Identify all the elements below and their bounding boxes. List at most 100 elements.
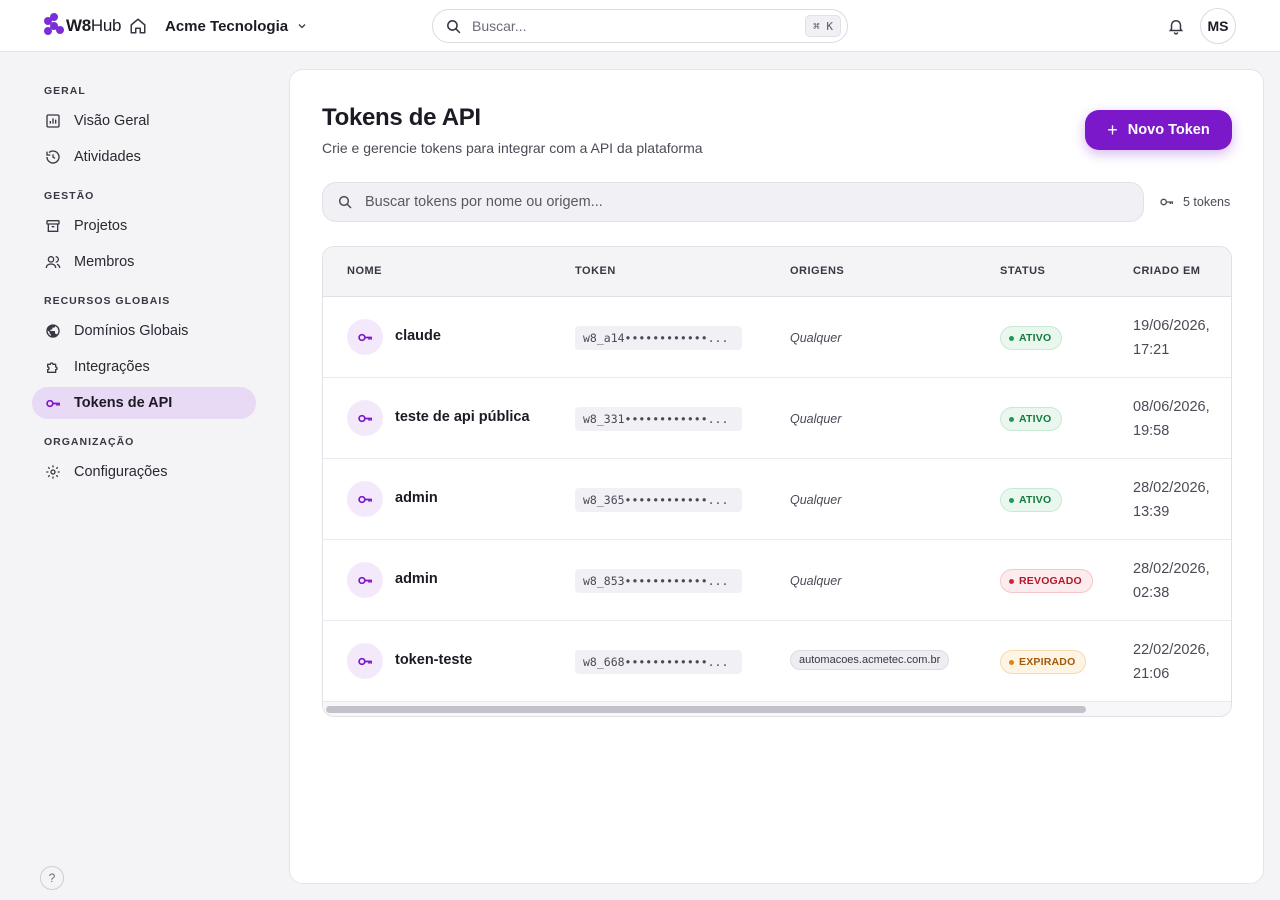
main-panel: Tokens de API Crie e gerencie tokens par… <box>289 69 1264 884</box>
sidebar-item-integracoes[interactable]: Integrações <box>32 351 256 383</box>
table-row[interactable]: admin w8_853••••••••••••... Qualquer REV… <box>323 540 1231 621</box>
sidebar-item-label: Visão Geral <box>74 113 150 129</box>
global-search[interactable]: ⌘ K <box>432 9 848 43</box>
status-badge: ATIVO <box>1000 407 1063 431</box>
home-icon <box>130 18 146 34</box>
token-name: token-teste <box>395 652 473 668</box>
archive-icon <box>44 217 62 235</box>
new-token-label: Novo Token <box>1127 122 1210 138</box>
sidebar-item-label: Integrações <box>74 359 150 375</box>
key-icon <box>347 400 383 436</box>
history-icon <box>44 148 62 166</box>
sidebar-item-membros[interactable]: Membros <box>32 246 256 278</box>
top-bar: W8Hub Acme Tecnologia ⌘ K MS <box>0 0 1280 52</box>
nav-section-title: GESTÃO <box>44 190 95 202</box>
column-header-token[interactable]: TOKEN <box>575 265 616 277</box>
token-name: claude <box>395 328 441 344</box>
brand-name: W8Hub <box>66 16 122 35</box>
token-value[interactable]: w8_853••••••••••••... <box>575 569 742 593</box>
search-shortcut-hint: ⌘ K <box>805 15 841 37</box>
page-title: Tokens de API <box>322 104 481 131</box>
status-badge: REVOGADO <box>1000 569 1093 593</box>
token-search[interactable] <box>322 182 1144 222</box>
sidebar-item-configuracoes[interactable]: Configurações <box>32 456 256 488</box>
sidebar-item-visao-geral[interactable]: Visão Geral <box>32 105 256 137</box>
new-token-button[interactable]: + Novo Token <box>1085 110 1232 150</box>
help-button[interactable]: ? <box>40 866 64 890</box>
scrollbar-thumb[interactable] <box>326 706 1086 713</box>
token-name: admin <box>395 490 438 506</box>
sidebar-item-atividades[interactable]: Atividades <box>32 141 256 173</box>
sidebar-item-label: Tokens de API <box>74 395 173 411</box>
nav-section-title: ORGANIZAÇÃO <box>44 436 135 448</box>
help-icon: ? <box>48 871 56 885</box>
sidebar-item-label: Projetos <box>74 218 128 234</box>
plus-icon: + <box>1107 120 1118 140</box>
table-row[interactable]: token-teste w8_668••••••••••••... automa… <box>323 621 1231 702</box>
search-icon <box>338 195 352 209</box>
origin-chip: automacoes.acmetec.com.br <box>790 650 950 670</box>
sidebar-item-projetos[interactable]: Projetos <box>32 210 256 242</box>
created-at: 22/02/2026, 21:06 <box>1133 642 1210 682</box>
logo-mark-icon <box>44 13 64 39</box>
chevron-down-icon <box>298 24 306 29</box>
search-icon <box>447 19 461 33</box>
global-search-input[interactable] <box>472 18 792 34</box>
token-value[interactable]: w8_a14••••••••••••... <box>575 326 742 350</box>
puzzle-icon <box>44 358 62 376</box>
tokens-table: NOME TOKEN ORIGENS STATUS CRIADO EM clau… <box>322 246 1232 717</box>
status-badge: EXPIRADO <box>1000 650 1087 674</box>
sidebar-item-label: Domínios Globais <box>74 323 189 339</box>
table-header: NOME TOKEN ORIGENS STATUS CRIADO EM <box>323 247 1231 297</box>
created-at: 08/06/2026, 19:58 <box>1133 399 1210 439</box>
org-switcher[interactable]: Acme Tecnologia <box>165 15 308 37</box>
brand-logo[interactable]: W8Hub <box>44 13 122 39</box>
sidebar-item-label: Configurações <box>74 464 168 480</box>
token-name: admin <box>395 571 438 587</box>
key-icon <box>347 319 383 355</box>
token-origin: Qualquer <box>790 412 842 426</box>
key-icon <box>347 481 383 517</box>
nav-section-title: RECURSOS GLOBAIS <box>44 295 171 307</box>
token-value[interactable]: w8_331••••••••••••... <box>575 407 742 431</box>
home-button[interactable] <box>128 16 148 36</box>
sidebar-item-tokens-de-api[interactable]: Tokens de API <box>32 387 256 419</box>
sidebar-item-label: Atividades <box>74 149 141 165</box>
key-icon <box>347 562 383 598</box>
created-at: 28/02/2026, 02:38 <box>1133 561 1210 601</box>
user-avatar[interactable]: MS <box>1200 8 1236 44</box>
table-row[interactable]: claude w8_a14••••••••••••... Qualquer AT… <box>323 297 1231 378</box>
page-subtitle: Crie e gerencie tokens para integrar com… <box>322 140 703 156</box>
nav-section-title: GERAL <box>44 85 86 97</box>
org-name: Acme Tecnologia <box>165 17 289 35</box>
users-icon <box>44 253 62 271</box>
token-search-input[interactable] <box>365 194 1125 210</box>
created-at: 19/06/2026, 17:21 <box>1133 318 1210 358</box>
token-name: teste de api pública <box>395 409 530 425</box>
column-header-origens[interactable]: ORIGENS <box>790 265 844 277</box>
sidebar: GERAL Visão Geral Atividades GESTÃO Proj… <box>0 52 288 900</box>
token-origin: Qualquer <box>790 493 842 507</box>
key-icon <box>1160 198 1173 206</box>
status-badge: ATIVO <box>1000 326 1063 350</box>
token-count: 5 tokens <box>1159 194 1230 210</box>
key-icon <box>44 394 62 412</box>
horizontal-scrollbar[interactable] <box>323 702 1231 716</box>
status-badge: ATIVO <box>1000 488 1063 512</box>
column-header-criado-em[interactable]: CRIADO EM <box>1133 265 1200 277</box>
token-count-label: 5 tokens <box>1183 195 1231 209</box>
token-value[interactable]: w8_668••••••••••••... <box>575 650 742 674</box>
table-row[interactable]: teste de api pública w8_331••••••••••••.… <box>323 378 1231 459</box>
key-icon <box>347 643 383 679</box>
globe-icon <box>44 322 62 340</box>
table-row[interactable]: admin w8_365••••••••••••... Qualquer ATI… <box>323 459 1231 540</box>
sidebar-item-dominios-globais[interactable]: Domínios Globais <box>32 315 256 347</box>
bell-icon <box>1168 20 1184 35</box>
chart-icon <box>44 112 62 130</box>
token-value[interactable]: w8_365••••••••••••... <box>575 488 742 512</box>
column-header-status[interactable]: STATUS <box>1000 265 1045 277</box>
notifications-button[interactable] <box>1166 15 1186 37</box>
column-header-nome[interactable]: NOME <box>347 265 382 277</box>
token-origin: Qualquer <box>790 331 842 345</box>
gear-icon <box>44 463 62 481</box>
